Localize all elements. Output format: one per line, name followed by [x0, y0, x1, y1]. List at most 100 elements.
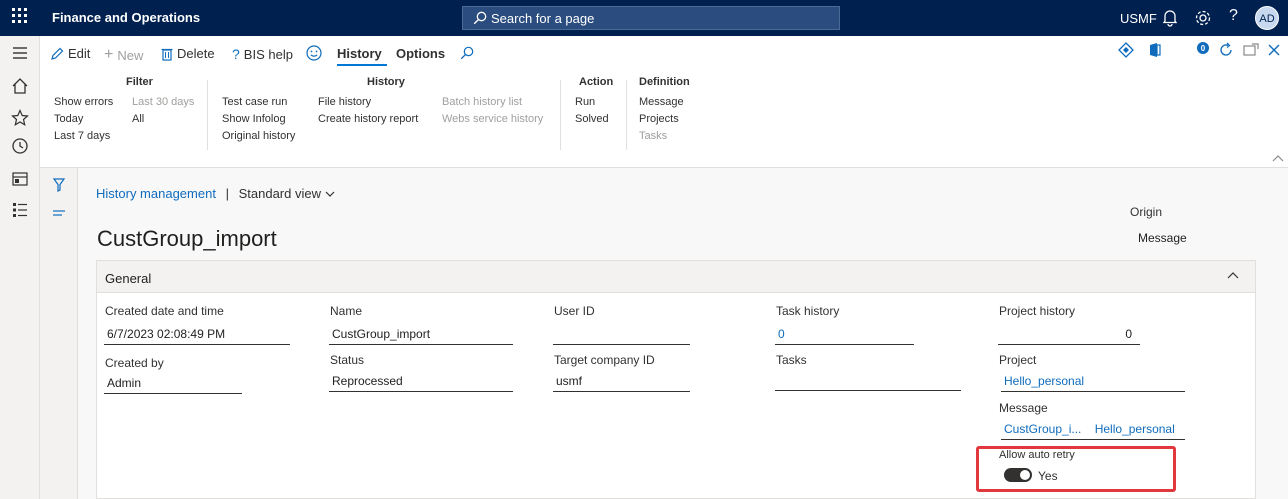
message-link-1[interactable]: CustGroup_i... [1001, 422, 1081, 436]
project-history-label: Project history [999, 304, 1076, 318]
edit-button[interactable]: Edit [50, 46, 90, 61]
chevron-down-icon [325, 191, 335, 197]
collapse-ribbon-chevron-icon[interactable] [1272, 154, 1284, 162]
name-field[interactable]: CustGroup_import [329, 325, 513, 345]
bis-help-button[interactable]: ? BIS help [232, 46, 293, 62]
help-icon[interactable]: ? [1229, 7, 1238, 25]
tasks-label: Tasks [776, 353, 807, 367]
plus-icon: + [104, 46, 114, 63]
solved-button[interactable]: Solved [575, 113, 609, 125]
filter-group-header: Filter [126, 76, 153, 88]
tasks-button[interactable]: Tasks [639, 130, 667, 142]
create-history-report-button[interactable]: Create history report [318, 113, 418, 125]
app-name[interactable]: Finance and Operations [52, 10, 200, 25]
user-id-label: User ID [554, 304, 595, 318]
page-title: CustGroup_import [97, 226, 277, 251]
form-side-nav [40, 168, 78, 499]
tab-options[interactable]: Options [396, 46, 445, 61]
history-group-header: History [367, 76, 405, 88]
open-new-window-icon[interactable] [1243, 43, 1259, 57]
close-icon[interactable] [1267, 43, 1281, 57]
office-icon[interactable] [1148, 42, 1162, 58]
action-pane: Edit + New Delete ? BIS help History Opt… [40, 36, 1288, 168]
show-errors-button[interactable]: Show errors [54, 96, 113, 108]
origin-label: Origin [1130, 205, 1163, 219]
new-button[interactable]: + New [104, 46, 143, 64]
svg-text:0: 0 [1201, 44, 1206, 53]
pencil-icon [51, 47, 64, 60]
delete-button[interactable]: Delete [161, 46, 215, 61]
message-label: Message [999, 401, 1048, 415]
favorites-star-icon[interactable] [11, 109, 29, 127]
avatar[interactable]: AD [1255, 6, 1279, 30]
group-divider [560, 80, 561, 150]
app-launcher-icon[interactable] [12, 8, 28, 24]
tasks-field[interactable] [775, 371, 961, 391]
run-button[interactable]: Run [575, 96, 595, 108]
message-button[interactable]: Message [639, 96, 684, 108]
tab-history[interactable]: History [337, 46, 382, 61]
bell-icon[interactable] [1162, 9, 1178, 27]
search-icon[interactable] [460, 46, 474, 60]
company-picker[interactable]: USMF [1120, 11, 1157, 26]
general-fasttab-header[interactable]: General [97, 261, 1255, 293]
webs-service-history-button[interactable]: Webs service history [442, 113, 543, 125]
task-history-label: Task history [776, 304, 840, 318]
created-datetime-field: 6/7/2023 02:08:49 PM [104, 325, 290, 345]
search-box[interactable]: Search for a page [462, 6, 840, 30]
action-group-header: Action [579, 76, 614, 88]
name-label: Name [330, 304, 363, 318]
filter-funnel-icon[interactable] [53, 178, 65, 192]
last-30-days-button[interactable]: Last 30 days [132, 96, 194, 108]
breadcrumb: History management | Standard view [96, 186, 335, 201]
last-7-days-button[interactable]: Last 7 days [54, 130, 110, 142]
original-history-button[interactable]: Original history [222, 130, 295, 142]
attachments-badge-icon[interactable]: 0 [1195, 40, 1213, 58]
refresh-icon[interactable] [1218, 42, 1234, 58]
breadcrumb-separator: | [225, 186, 229, 201]
edit-label: Edit [68, 46, 91, 61]
file-history-button[interactable]: File history [318, 96, 371, 108]
definition-group-header: Definition [639, 76, 690, 88]
search-icon [473, 11, 487, 25]
question-icon: ? [232, 46, 240, 62]
group-divider [207, 80, 208, 150]
annotation-highlight-box [976, 446, 1176, 492]
target-company-field[interactable]: usmf [553, 372, 690, 392]
workspaces-icon[interactable] [11, 170, 29, 188]
hamburger-menu-icon[interactable] [11, 44, 29, 62]
project-link[interactable]: Hello_personal [1001, 372, 1185, 392]
smiley-icon[interactable] [306, 45, 322, 61]
message-field: CustGroup_i... Hello_personal [1001, 420, 1185, 440]
recent-clock-icon[interactable] [11, 137, 29, 155]
batch-history-list-button[interactable]: Batch history list [442, 96, 522, 108]
task-history-link[interactable]: 0 [775, 325, 914, 345]
modules-list-icon[interactable] [11, 201, 29, 219]
target-company-label: Target company ID [554, 353, 655, 367]
view-selector[interactable]: Standard view [239, 186, 335, 201]
general-header-title: General [105, 271, 152, 286]
list-lines-icon[interactable] [53, 208, 65, 218]
all-button[interactable]: All [132, 113, 144, 125]
projects-button[interactable]: Projects [639, 113, 679, 125]
status-field: Reprocessed [329, 372, 513, 392]
chevron-up-icon[interactable] [1227, 271, 1239, 279]
gear-icon[interactable] [1194, 9, 1212, 27]
bis-help-label: BIS help [243, 46, 293, 62]
today-button[interactable]: Today [54, 113, 83, 125]
created-by-label: Created by [105, 356, 164, 370]
home-icon[interactable] [11, 77, 29, 95]
message-link-2[interactable]: Hello_personal [1095, 422, 1175, 436]
project-label: Project [999, 353, 1037, 367]
view-name: Standard view [238, 186, 321, 201]
test-case-run-button[interactable]: Test case run [222, 96, 287, 108]
status-label: Status [330, 353, 365, 367]
show-infolog-button[interactable]: Show Infolog [222, 113, 286, 125]
top-bar: Finance and Operations Search for a page… [0, 0, 1288, 36]
power-apps-icon[interactable] [1118, 42, 1134, 58]
user-id-field[interactable] [553, 325, 690, 345]
search-placeholder: Search for a page [491, 11, 595, 26]
group-divider [626, 80, 627, 150]
active-tab-indicator [337, 64, 387, 66]
breadcrumb-history-management-link[interactable]: History management [96, 186, 216, 201]
